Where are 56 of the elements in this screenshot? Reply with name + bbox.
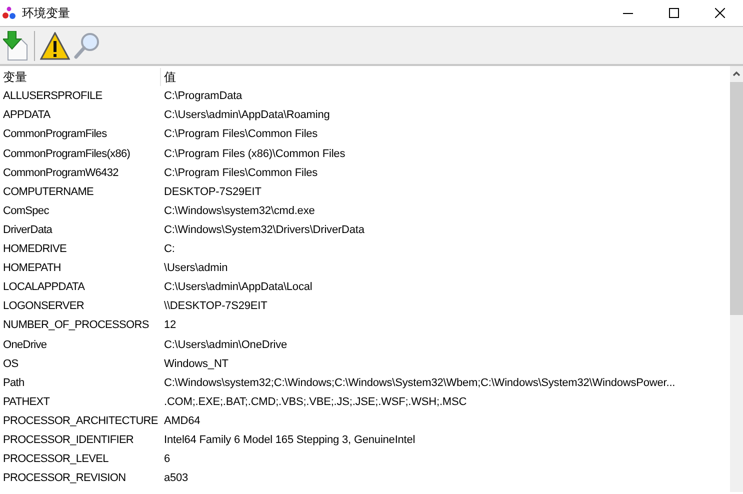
variable-name: PROCESSOR_ARCHITECTURE: [2, 414, 159, 429]
column-header[interactable]: 变量: [0, 68, 161, 86]
search-icon: [74, 32, 100, 60]
variable-name: ALLUSERSPROFILE: [2, 89, 104, 104]
variable-value: C:\ProgramData: [163, 89, 242, 104]
variable-value: C:\Program Files (x86)\Common Files: [163, 146, 346, 162]
app-icon: [2, 6, 16, 20]
variable-name: CommonProgramW6432: [2, 166, 120, 181]
variable-name: PATHEXT: [2, 394, 51, 410]
variable-name: NUMBER_OF_PROCESSORS: [2, 318, 150, 334]
variable-name: OS: [2, 356, 20, 372]
variable-value: C:\Windows\System32\Drivers\DriverData: [163, 222, 364, 238]
variable-value: C:: [163, 242, 175, 258]
variable-value: a503: [163, 471, 188, 486]
variable-value: DESKTOP-7S29EIT: [163, 184, 262, 200]
maximize-icon: [669, 8, 679, 18]
variable-name: HOMEDRIVE: [2, 242, 68, 258]
scrollbar[interactable]: [730, 66, 743, 492]
variable-value: 6: [163, 452, 170, 468]
variable-name: APPDATA: [2, 108, 52, 124]
minimize-icon: [623, 12, 633, 14]
warning-icon: [40, 32, 70, 60]
close-icon: [715, 8, 725, 18]
variable-value: C:\Users\admin\OneDrive: [163, 338, 288, 353]
warning-button[interactable]: [39, 30, 71, 62]
variable-name: Path: [2, 376, 26, 391]
variable-value: \Users\admin: [163, 261, 228, 276]
scrollbar-thumb[interactable]: [730, 82, 743, 315]
variable-value: C:\Program Files\Common Files: [163, 127, 318, 142]
variable-name: DriverData: [2, 222, 54, 238]
variable-value: C:\Users\admin\AppData\Local: [163, 280, 312, 296]
variable-value: C:\Windows\system32;C:\Windows;C:\Windows\System32\Wbem;C:\Windows\System32\WindowsPower...: [163, 376, 676, 391]
variable-value: Intel64 Family 6 Model 165 Stepping 3, GenuineIntel: [163, 432, 416, 448]
variable-name: ComSpec: [2, 204, 50, 219]
variable-value: C:\Program Files\Common Files: [163, 166, 318, 181]
variable-value: Windows_NT: [163, 356, 228, 372]
column-header[interactable]: 值: [161, 68, 176, 86]
document-download-icon: [3, 30, 29, 60]
variable-name: COMPUTERNAME: [2, 184, 95, 200]
variable-value: C:\Users\admin\AppData\Roaming: [163, 108, 330, 124]
variable-value: C:\Windows\system32\cmd.exe: [163, 204, 315, 219]
variable-value: \\DESKTOP-7S29EIT: [163, 299, 268, 314]
variable-value: 12: [163, 318, 176, 334]
variable-name: PROCESSOR_REVISION: [2, 471, 127, 486]
variable-name: CommonProgramFiles: [2, 127, 108, 142]
variable-name: PROCESSOR_IDENTIFIER: [2, 432, 135, 448]
variable-value: AMD64: [163, 414, 200, 429]
variable-name: PROCESSOR_LEVEL: [2, 452, 110, 468]
variable-name: HOMEPATH: [2, 261, 62, 276]
export-button[interactable]: [2, 30, 30, 62]
window-title: 环境变量: [22, 5, 70, 22]
variable-value: .COM;.EXE;.BAT;.CMD;.VBS;.VBE;.JS;.JSE;.WSF;.WSH;.MSC: [163, 394, 467, 410]
variable-name: LOCALAPPDATA: [2, 280, 86, 296]
variable-name: OneDrive: [2, 338, 48, 353]
variable-name: CommonProgramFiles(x86): [2, 146, 132, 162]
variable-name: LOGONSERVER: [2, 299, 85, 314]
